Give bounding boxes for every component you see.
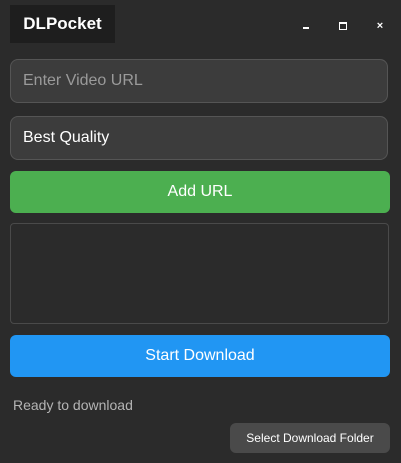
video-url-input[interactable] <box>10 59 388 103</box>
start-download-label: Start Download <box>145 347 255 364</box>
url-list[interactable] <box>10 223 389 324</box>
quality-select-value: Best Quality <box>23 129 110 146</box>
add-url-button[interactable]: Add URL <box>10 171 390 213</box>
minimize-button[interactable] <box>297 17 315 35</box>
add-url-label: Add URL <box>167 183 233 200</box>
quality-select[interactable]: Best Quality <box>10 116 388 160</box>
select-download-folder-button[interactable]: Select Download Folder <box>230 423 390 453</box>
close-icon: × <box>376 19 384 32</box>
maximize-icon <box>339 22 347 30</box>
maximize-button[interactable] <box>334 17 352 35</box>
select-download-folder-label: Select Download Folder <box>246 431 374 445</box>
close-button[interactable]: × <box>371 17 389 35</box>
app-title: DLPocket <box>10 5 115 43</box>
status-text: Ready to download <box>13 397 133 413</box>
start-download-button[interactable]: Start Download <box>10 335 390 377</box>
minimize-icon <box>303 27 309 29</box>
